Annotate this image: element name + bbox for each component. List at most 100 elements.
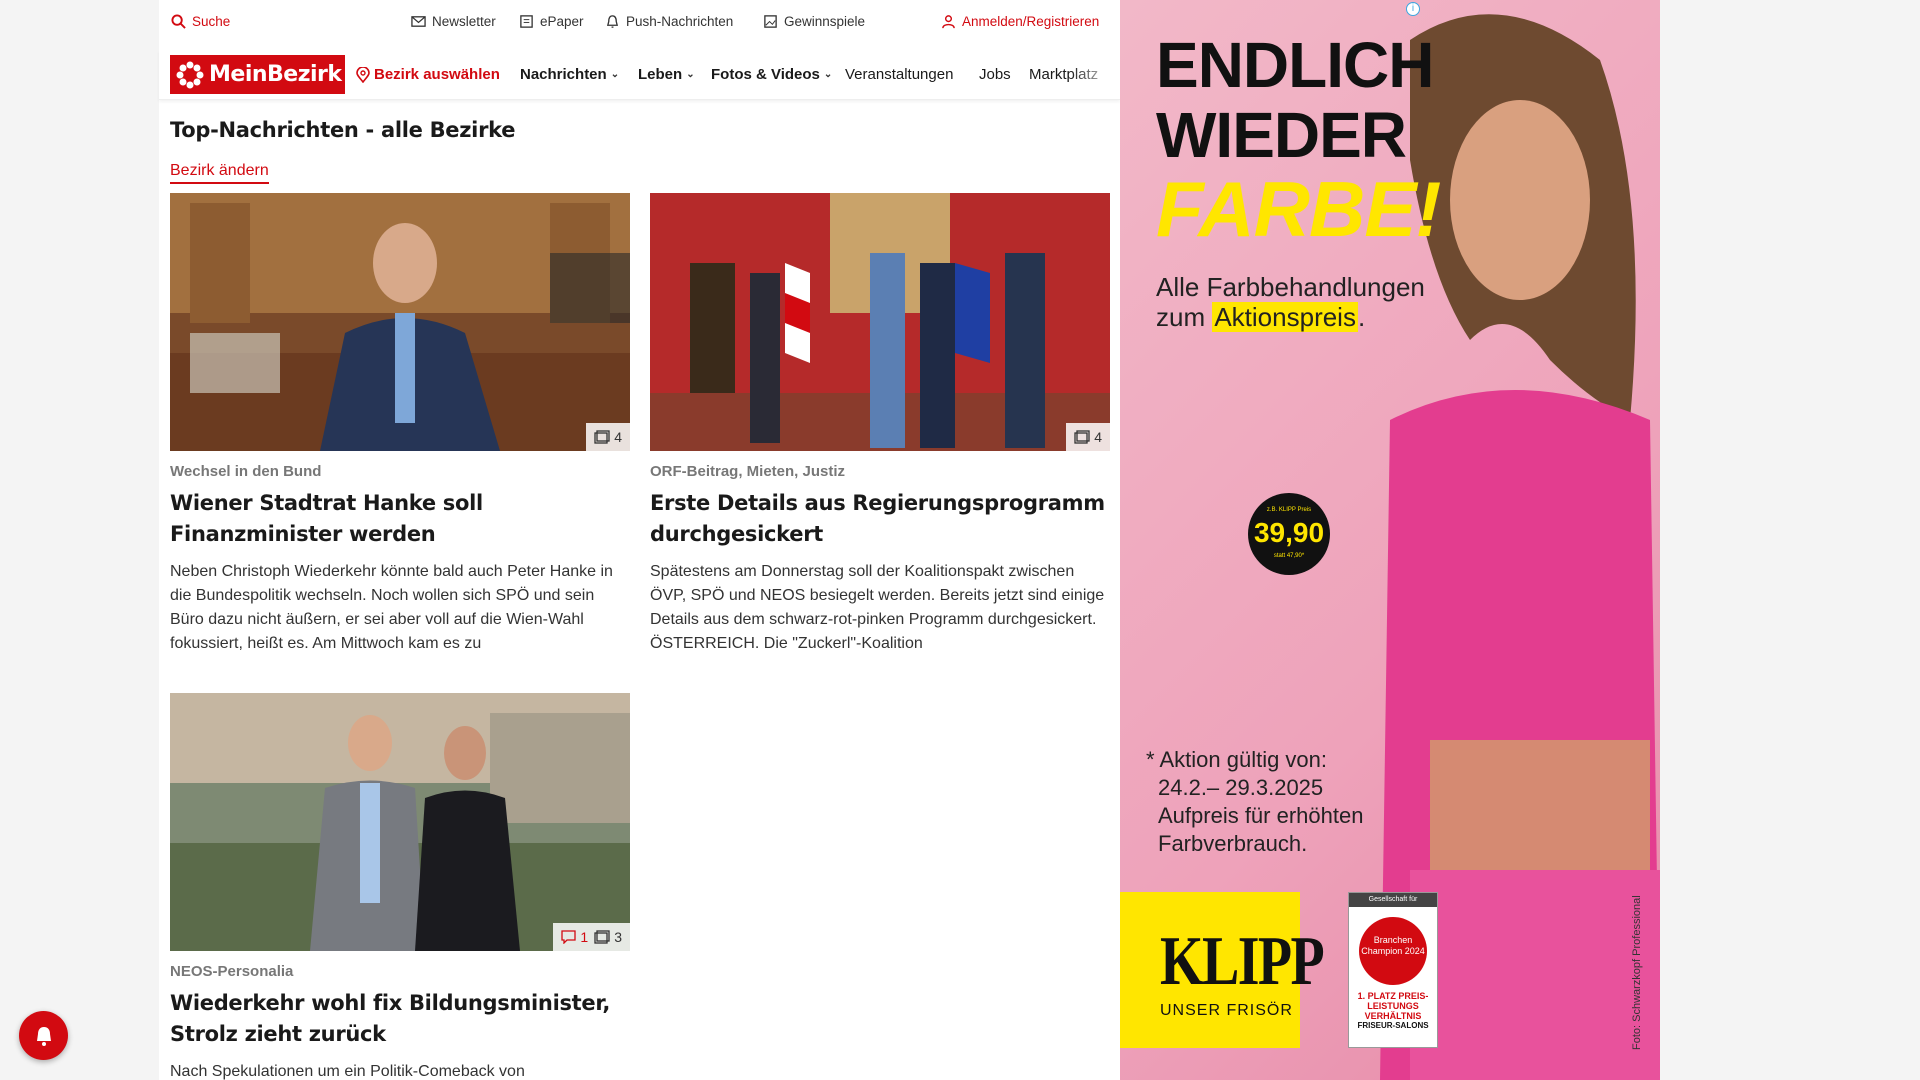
epaper-link[interactable]: ePaper [519,14,584,29]
article-card[interactable]: 1 3 NEOS-Personalia Wiederkehr wohl fix … [170,693,630,1080]
photo-credit: Foto: Schwarzkopf Professional [1631,895,1643,1050]
chevron-down-icon: ⌄ [823,69,833,80]
hofburg-photo [650,193,1110,451]
nav-veranstaltungen[interactable]: Veranstaltungen [845,66,953,83]
push-link[interactable]: Push-Nachrichten [605,14,733,29]
article-category[interactable]: Wechsel in den Bund [170,463,630,480]
mail-icon [411,16,426,27]
article-teaser[interactable]: Neben Christoph Wiederkehr könnte bald a… [170,560,630,656]
gallery-icon [1074,430,1090,444]
nav-fotos-label: Fotos & Videos [711,66,820,83]
price-post: statt 47,90* [1273,553,1305,559]
logo-text: MeinBezirk [209,62,342,87]
nav-nachrichten[interactable]: Nachrichten ⌄ [520,66,619,83]
ad-sub2a: zum [1156,302,1213,332]
article-card[interactable]: 4 ORF-Beitrag, Mieten, Justiz Erste Deta… [650,193,1110,656]
article-image[interactable]: 4 [170,193,630,451]
push-label: Push-Nachrichten [626,14,734,29]
ad-cond-4: Farbverbrauch. [1158,831,1308,856]
ad-sub2b: Aktionspreis [1212,302,1358,332]
ad-cond-3: Aufpreis für erhöhten [1158,803,1364,828]
bezirk-label: Bezirk auswählen [374,66,500,83]
article-category[interactable]: NEOS-Personalia [170,963,630,980]
bell-icon [36,1026,51,1046]
klipp-wordmark: KLIPP [1160,923,1325,1000]
article-image[interactable]: 1 3 [170,693,630,951]
ad-conditions: * Aktion gültig von: 24.2.– 29.3.2025 Au… [1146,746,1363,858]
nav-fade [1070,50,1120,99]
rooftop-photo [170,693,630,951]
award-seal: Gesellschaft für Verbraucherstudien GmbH… [1348,892,1438,1048]
nav-jobs-label: Jobs [979,66,1011,83]
media-badge: 1 3 [553,923,630,951]
article-card[interactable]: 4 Wechsel in den Bund Wiener Stadtrat Ha… [170,193,630,656]
main-content: Suche Newsletter ePaper Push-Nachrichten… [159,0,1120,1080]
price-pre: z.B. KLIPP Preis [1266,507,1312,513]
image-count: 3 [614,929,622,945]
article-category[interactable]: ORF-Beitrag, Mieten, Justiz [650,463,1110,480]
image-count-badge: 4 [1066,423,1110,451]
comment-icon [561,930,577,944]
ad-headline-3: FARBE! [1156,165,1441,253]
nav-fotos-videos[interactable]: Fotos & Videos ⌄ [711,66,832,83]
epaper-label: ePaper [540,14,584,29]
info-icon[interactable]: i [1406,2,1420,16]
chevron-down-icon: ⌄ [610,69,620,80]
gallery-icon [594,930,610,944]
advertisement[interactable]: i ENDLICH WIEDER FARBE! Alle Farbbehandl… [1120,0,1660,1080]
logo[interactable]: MeinBezirk [170,55,345,94]
price-amount: 39,90 [1253,517,1325,548]
image-count-badge: 4 [586,423,630,451]
newsletter-label: Newsletter [432,14,496,29]
bell-icon [606,15,619,28]
nav-jobs[interactable]: Jobs [979,66,1011,83]
price-badge: z.B. KLIPP Preis 39,90 statt 47,90* [1248,493,1330,575]
chevron-down-icon: ⌄ [686,69,695,80]
comment-count: 1 [580,929,589,945]
ad-subline-1: Alle Farbbehandlungen [1156,272,1425,302]
location-pin-icon [356,66,370,83]
newsletter-link[interactable]: Newsletter [411,14,496,29]
article-title[interactable]: Wiederkehr wohl fix Bildungsminister, St… [170,988,630,1050]
ad-headline-2: WIEDER [1156,99,1407,171]
search-label: Suche [192,14,231,29]
gallery-icon [594,430,610,444]
login-link[interactable]: Anmelden/Registrieren [941,14,1099,29]
article-title[interactable]: Erste Details aus Regierungsprogramm dur… [650,488,1110,550]
newspaper-icon [520,15,533,28]
image-count: 4 [614,429,622,445]
search-link[interactable]: Suche [171,14,230,29]
search-icon [171,14,186,29]
nav-leben-label: Leben [638,66,683,83]
article-teaser[interactable]: Spätestens am Donnerstag soll der Koalit… [650,560,1110,656]
article-teaser[interactable]: Nach Spekulationen um ein Politik-Comeba… [170,1060,630,1080]
image-count: 4 [1094,429,1102,445]
login-label: Anmelden/Registrieren [962,14,1100,29]
klipp-logo: KLIPP UNSER FRISÖR [1120,892,1325,1048]
nav-nachrichten-label: Nachrichten [520,66,607,83]
logo-flower-icon [176,61,204,88]
seal-top: Gesellschaft für Verbraucherstudien GmbH [1349,893,1437,917]
ad-cond-1: * Aktion gültig von: [1146,747,1328,772]
ad-subline: Alle Farbbehandlungen zum Aktionspreis. [1156,272,1425,332]
seal-ring: Branchen Champion 2024 [1359,917,1427,985]
parliament-photo [170,193,630,451]
nav-leben[interactable]: Leben ⌄ [638,66,695,83]
gewinnspiele-link[interactable]: Gewinnspiele [763,14,865,29]
utility-bar: Suche Newsletter ePaper Push-Nachrichten… [159,0,1120,46]
seal-bottom: FRISEUR-SALONS [1357,1021,1429,1030]
change-bezirk-link[interactable]: Bezirk ändern [170,162,269,184]
main-navigation: MeinBezirk Bezirk auswählen Nachrichten ⌄… [159,50,1120,100]
bezirk-select[interactable]: Bezirk auswählen [356,66,500,83]
ad-subline-2: zum Aktionspreis. [1156,302,1425,332]
notification-button[interactable] [19,1011,68,1060]
image-icon [764,15,777,28]
klipp-sub: UNSER FRISÖR [1160,1002,1293,1019]
article-title[interactable]: Wiener Stadtrat Hanke soll Finanzministe… [170,488,630,550]
page: Suche Newsletter ePaper Push-Nachrichten… [0,0,1920,1080]
nav-veranstaltungen-label: Veranstaltungen [845,66,954,83]
article-image[interactable]: 4 [650,193,1110,451]
page-title: Top-Nachrichten - alle Bezirke [170,118,516,142]
gewinnspiele-label: Gewinnspiele [784,14,866,29]
ad-headline-1: ENDLICH [1156,29,1434,101]
